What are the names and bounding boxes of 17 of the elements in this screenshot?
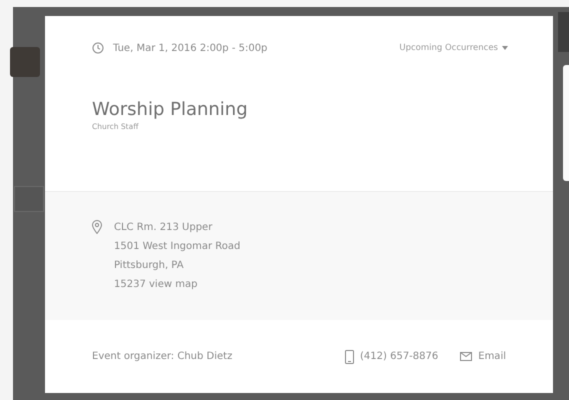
occurrences-dropdown[interactable]: Upcoming Occurrences — [399, 43, 508, 53]
background-bar — [558, 12, 569, 52]
address-line: 1501 West Ingomar Road — [114, 240, 240, 254]
address-line: Pittsburgh, PA — [114, 259, 185, 273]
address-line: CLC Rm. 213 Upper — [114, 221, 214, 235]
event-organizer: Event organizer: Chub Dietz — [92, 351, 234, 362]
phone-icon — [345, 350, 354, 364]
location-pin-icon — [92, 220, 102, 234]
view-map-link[interactable]: view map — [149, 279, 198, 290]
phone-number: (412) 657-8876 — [360, 351, 438, 362]
email-link[interactable]: Email — [478, 351, 506, 362]
event-datetime: Tue, Mar 1, 2016 2:00p - 5:00p — [113, 42, 268, 54]
event-title: Worship Planning — [92, 99, 249, 121]
envelope-icon — [460, 352, 472, 361]
caret-icon — [502, 46, 508, 50]
address-line: 15237 view map — [114, 278, 198, 292]
clock-icon — [92, 42, 104, 54]
